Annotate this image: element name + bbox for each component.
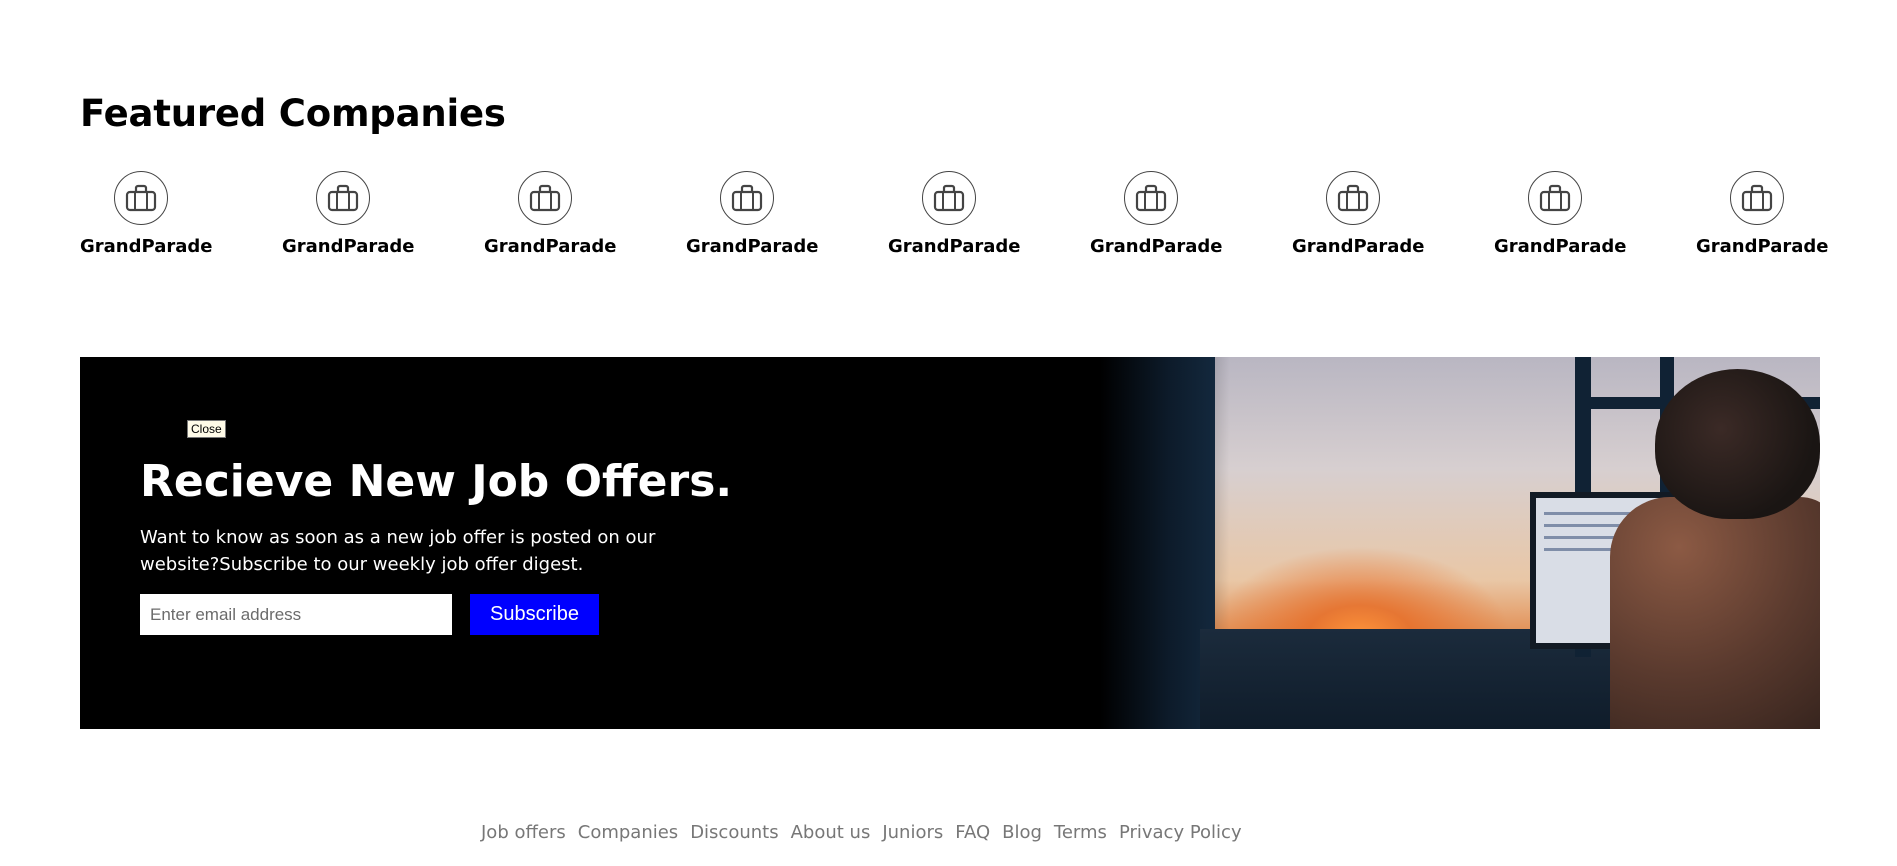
- footer-link-companies[interactable]: Companies: [578, 822, 678, 843]
- company-name: GrandParade: [282, 236, 415, 257]
- featured-companies-title: Featured Companies: [80, 92, 506, 135]
- briefcase-icon: [720, 171, 774, 225]
- company-name: GrandParade: [80, 236, 213, 257]
- close-button[interactable]: Close: [187, 420, 226, 438]
- footer-link-faq[interactable]: FAQ: [955, 822, 990, 843]
- briefcase-icon: [1326, 171, 1380, 225]
- featured-companies-list: GrandParade GrandParade GrandParade Gran…: [80, 171, 1829, 271]
- footer-link-terms[interactable]: Terms: [1054, 822, 1107, 843]
- company-name: GrandParade: [1696, 236, 1829, 257]
- company-name: GrandParade: [1494, 236, 1627, 257]
- newsletter-banner: Close Recieve New Job Offers. Want to kn…: [80, 357, 1820, 729]
- company-card[interactable]: GrandParade: [1494, 171, 1627, 259]
- footer-link-juniors[interactable]: Juniors: [882, 822, 943, 843]
- company-name: GrandParade: [1090, 236, 1223, 257]
- footer-link-job-offers[interactable]: Job offers: [481, 822, 566, 843]
- briefcase-icon: [922, 171, 976, 225]
- company-card[interactable]: GrandParade: [484, 171, 617, 259]
- newsletter-title: Recieve New Job Offers.: [140, 456, 733, 507]
- briefcase-icon: [1730, 171, 1784, 225]
- subscribe-button[interactable]: Subscribe: [470, 594, 599, 635]
- footer-link-blog[interactable]: Blog: [1002, 822, 1042, 843]
- company-card[interactable]: GrandParade: [1696, 171, 1829, 259]
- company-card[interactable]: GrandParade: [1090, 171, 1223, 259]
- footer-link-discounts[interactable]: Discounts: [690, 822, 778, 843]
- company-name: GrandParade: [1292, 236, 1425, 257]
- banner-photo: [1100, 357, 1820, 729]
- company-card[interactable]: GrandParade: [686, 171, 819, 259]
- company-name: GrandParade: [888, 236, 1021, 257]
- briefcase-icon: [114, 171, 168, 225]
- company-card[interactable]: GrandParade: [80, 171, 213, 259]
- company-card[interactable]: GrandParade: [1292, 171, 1425, 259]
- company-name: GrandParade: [484, 236, 617, 257]
- briefcase-icon: [1528, 171, 1582, 225]
- footer-link-privacy-policy[interactable]: Privacy Policy: [1119, 822, 1242, 843]
- company-card[interactable]: GrandParade: [282, 171, 415, 259]
- footer-nav: Job offers Companies Discounts About us …: [481, 822, 1242, 843]
- newsletter-description: Want to know as soon as a new job offer …: [140, 527, 656, 575]
- briefcase-icon: [316, 171, 370, 225]
- briefcase-icon: [1124, 171, 1178, 225]
- company-name: GrandParade: [686, 236, 819, 257]
- company-card[interactable]: GrandParade: [888, 171, 1021, 259]
- footer-link-about-us[interactable]: About us: [791, 822, 871, 843]
- email-input[interactable]: [140, 594, 452, 635]
- briefcase-icon: [518, 171, 572, 225]
